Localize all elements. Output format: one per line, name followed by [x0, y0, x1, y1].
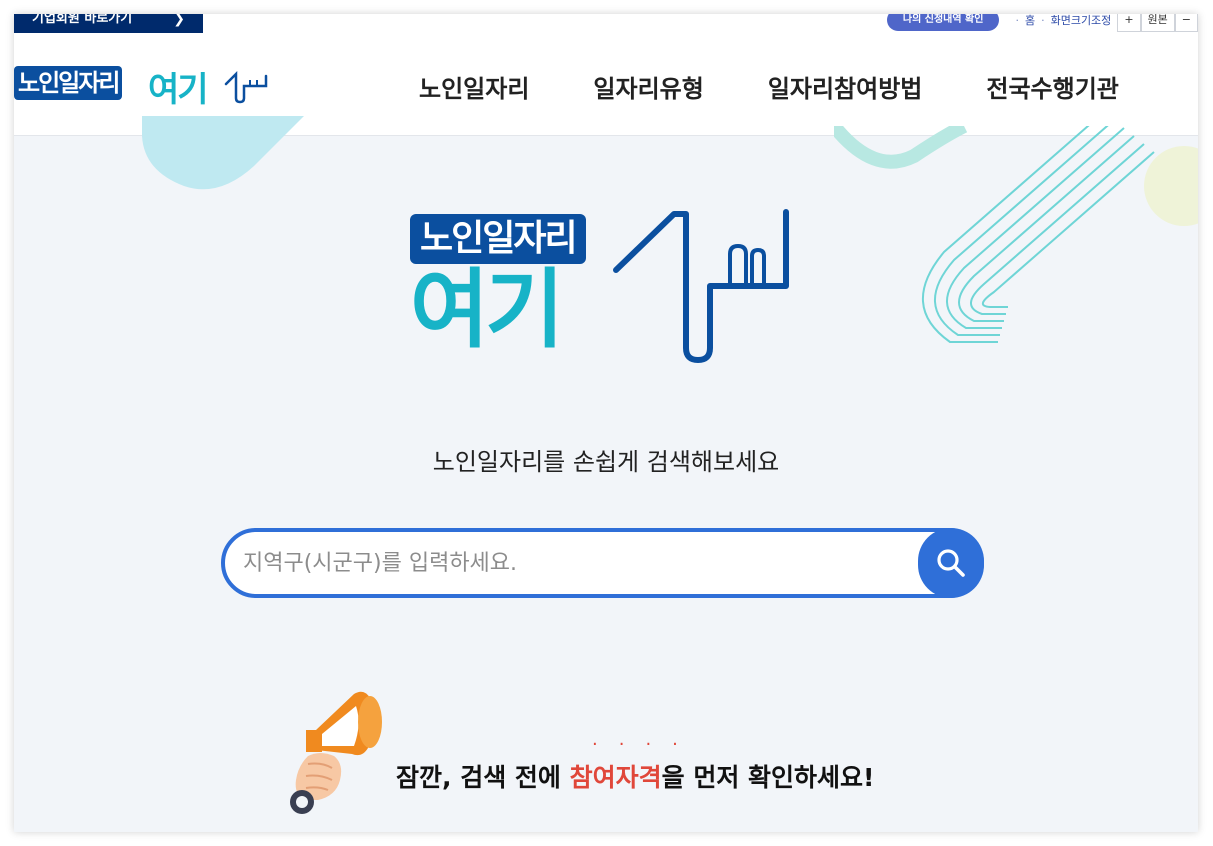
corporate-member-link[interactable]: 기업회원 바로가기 ❯ [14, 14, 203, 33]
search-button[interactable] [918, 528, 984, 598]
emphasis-dots: ···· [592, 734, 699, 755]
zoom-controls: + 원본 − [1117, 14, 1198, 32]
home-link[interactable]: 홈 [1025, 14, 1035, 28]
hero-logo: 노인일자리 여기 [410, 208, 800, 368]
hero-section: 노인일자리 여기 노인일자리를 손쉽게 검색해보세요 지역구(시군구)를 입력하… [14, 116, 1198, 832]
eligibility-link[interactable]: 참여자격 [570, 763, 662, 792]
logo-accent: 여기 [148, 70, 209, 110]
region-search-input[interactable] [243, 532, 903, 594]
hero-pointing-hand-icon [613, 209, 789, 363]
hero-logo-text: 노인일자리 [410, 214, 586, 264]
region-search-bar [221, 528, 984, 598]
logo-text: 노인일자리 [14, 66, 123, 100]
corporate-member-label: 기업회원 바로가기 [32, 14, 133, 26]
utility-menu: 나의 신청내역 확인 · 홈 · 화면크기조정 + 원본 − [886, 14, 1198, 32]
nav-item-job-types[interactable]: 일자리유형 [593, 69, 703, 104]
search-icon [937, 549, 965, 577]
nav-item-how-to-join[interactable]: 일자리참여방법 [768, 69, 923, 104]
zoom-in-button[interactable]: + [1117, 14, 1141, 32]
main-navigation: 노인일자리 일자리유형 일자리참여방법 전국수행기관 [419, 36, 1183, 136]
hero-logo-accent: 여기 [410, 260, 564, 360]
chevron-right-icon: ❯ [173, 14, 185, 27]
zoom-out-button[interactable]: − [1174, 14, 1198, 32]
hero-subtitle: 노인일자리를 손쉽게 검색해보세요 [432, 448, 780, 476]
browser-viewport: 기업회원 바로가기 ❯ 나의 신청내역 확인 · 홈 · 화면크기조정 + 원본… [14, 14, 1198, 832]
nav-item-agencies[interactable]: 전국수행기관 [986, 69, 1118, 104]
pointing-hand-icon [224, 70, 268, 104]
application-status-button[interactable]: 나의 신청내역 확인 [886, 14, 1000, 31]
top-utility-bar: 기업회원 바로가기 ❯ 나의 신청내역 확인 · 홈 · 화면크기조정 + 원본… [14, 14, 1198, 36]
eligibility-notice: 잠깐, 검색 전에 참여자격을 먼저 확인하세요! [396, 758, 874, 794]
zoom-label: 화면크기조정 [1050, 14, 1112, 27]
notice-text-before: 잠깐, 검색 전에 [396, 763, 570, 792]
decorative-shape-right [834, 126, 1198, 343]
zoom-reset-button[interactable]: 원본 [1140, 14, 1175, 32]
nav-item-senior-jobs[interactable]: 노인일자리 [419, 69, 529, 104]
notice-text-after: 을 먼저 확인하세요! [661, 763, 875, 792]
megaphone-icon [290, 691, 382, 814]
decorative-shape-left [142, 116, 304, 190]
